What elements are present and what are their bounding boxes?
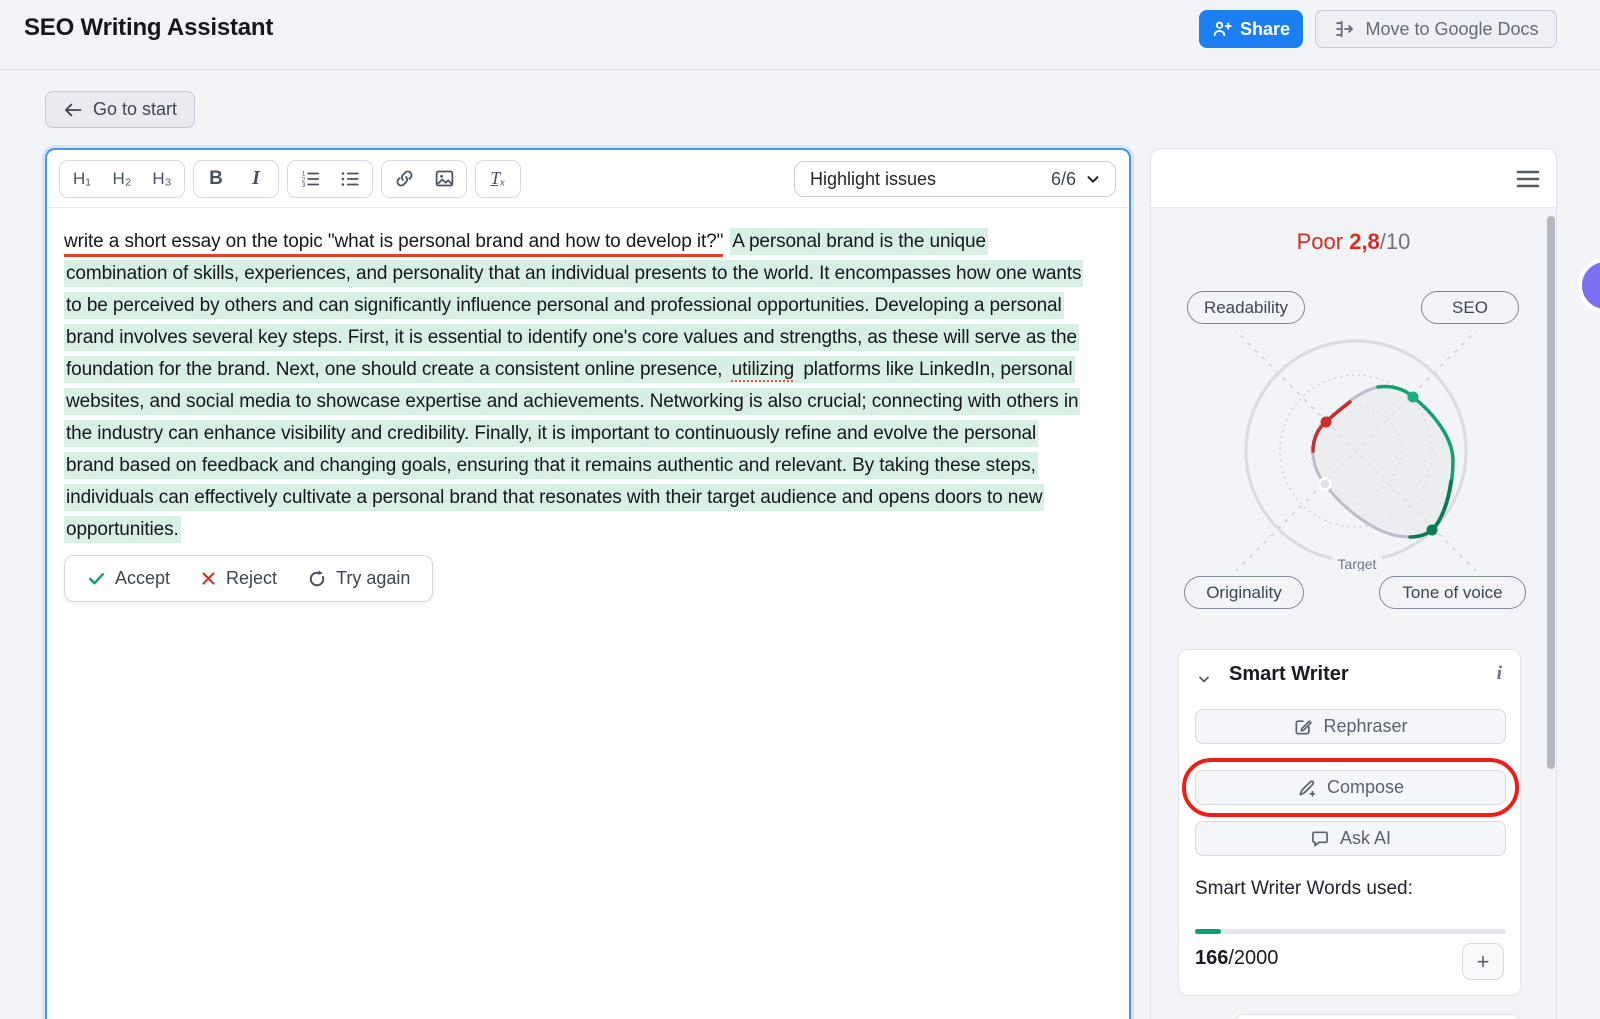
info-icon[interactable]: i — [1497, 663, 1502, 685]
reject-button[interactable]: Reject — [200, 568, 277, 589]
accept-label: Accept — [115, 568, 170, 589]
next-section-card — [1234, 1014, 1521, 1019]
reject-label: Reject — [226, 568, 277, 589]
link-icon — [394, 168, 415, 189]
words-used-label: Smart Writer Words used: — [1195, 878, 1413, 900]
go-to-start-label: Go to start — [93, 99, 177, 120]
overall-score: Poor 2,8/10 — [1151, 229, 1556, 255]
words-progress-fill — [1195, 929, 1221, 934]
h2-button[interactable]: H₂ — [102, 162, 142, 196]
metric-seo[interactable]: SEO — [1421, 291, 1519, 324]
originality-dot — [1320, 479, 1331, 490]
unordered-list-button[interactable] — [330, 162, 370, 196]
clear-format-group: Tₓ — [475, 160, 521, 198]
move-to-google-docs-label: Move to Google Docs — [1365, 19, 1538, 40]
words-used-count: 166 — [1195, 947, 1228, 969]
editor-toolbar: H₁ H₂ H₃ B I 1 2 3 — [47, 150, 1129, 208]
generated-text: platforms like LinkedIn, personal websit… — [64, 356, 1080, 543]
target-label: Target — [1338, 556, 1377, 571]
score-sidebar: Poor 2,8/10 Readability SEO Originality … — [1150, 148, 1557, 1019]
reject-x-icon — [200, 570, 217, 587]
heading-group: H₁ H₂ H₃ — [59, 160, 185, 198]
back-arrow-icon — [63, 102, 83, 118]
seo-dot — [1408, 392, 1419, 403]
sidebar-header — [1151, 149, 1556, 208]
words-limit: /2000 — [1228, 947, 1278, 969]
h3-button[interactable]: H₃ — [142, 162, 182, 196]
add-words-button[interactable]: + — [1462, 943, 1504, 980]
readability-dot — [1321, 417, 1332, 428]
link-button[interactable] — [384, 162, 424, 196]
svg-text:3: 3 — [302, 181, 306, 188]
document-editor[interactable]: write a short essay on the topic "what i… — [47, 208, 1129, 602]
image-icon — [434, 168, 455, 189]
ask-ai-button[interactable]: Ask AI — [1195, 821, 1506, 856]
prompt-text: write a short essay on the topic "what i… — [64, 231, 723, 257]
ordered-list-icon: 1 2 3 — [299, 168, 321, 190]
metric-tone-of-voice[interactable]: Tone of voice — [1379, 576, 1526, 609]
try-again-button[interactable]: Try again — [307, 568, 410, 589]
share-label: Share — [1240, 19, 1290, 40]
accept-button[interactable]: Accept — [87, 568, 170, 589]
score-gauge-chart: Target — [1151, 331, 1557, 571]
clear-formatting-button[interactable]: Tₓ — [478, 162, 518, 196]
move-to-google-docs-button[interactable]: Move to Google Docs — [1315, 10, 1557, 48]
accept-check-icon — [87, 569, 106, 588]
ai-action-bar: Accept Reject Try again — [64, 555, 433, 602]
ask-ai-chat-icon — [1310, 829, 1330, 849]
collapse-chevron-icon[interactable] — [1196, 671, 1212, 687]
unordered-list-icon — [339, 168, 361, 190]
score-grade: Poor — [1297, 229, 1343, 254]
tone-of-voice-dot — [1427, 525, 1438, 536]
help-fab[interactable] — [1578, 258, 1600, 313]
chevron-down-icon — [1084, 170, 1102, 188]
h1-button[interactable]: H₁ — [62, 162, 102, 196]
format-group: B I — [193, 160, 279, 198]
try-again-label: Try again — [336, 568, 410, 589]
page-title: SEO Writing Assistant — [24, 14, 273, 42]
rephraser-button[interactable]: Rephraser — [1195, 709, 1506, 744]
menu-icon[interactable] — [1516, 170, 1540, 188]
compose-label: Compose — [1327, 777, 1404, 798]
share-button[interactable]: Share — [1199, 10, 1303, 48]
score-max: /10 — [1380, 229, 1411, 254]
score-value: 2,8 — [1349, 229, 1380, 254]
smart-writer-title: Smart Writer — [1229, 663, 1349, 686]
image-button[interactable] — [424, 162, 464, 196]
words-used-progress — [1195, 929, 1506, 934]
ask-ai-label: Ask AI — [1340, 828, 1391, 849]
italic-button[interactable]: I — [236, 162, 276, 196]
rephrase-icon — [1293, 717, 1313, 737]
share-person-plus-icon — [1212, 19, 1232, 39]
move-docs-export-icon — [1333, 18, 1355, 40]
highlight-issues-dropdown[interactable]: Highlight issues 6/6 — [794, 161, 1116, 197]
bold-button[interactable]: B — [196, 162, 236, 196]
editor-card: H₁ H₂ H₃ B I 1 2 3 — [45, 148, 1131, 1019]
highlight-issues-label: Highlight issues — [810, 169, 1043, 190]
metric-readability[interactable]: Readability — [1187, 291, 1305, 324]
smart-writer-card: Smart Writer i Rephraser Compose — [1178, 649, 1521, 996]
insert-group — [381, 160, 467, 198]
ordered-list-button[interactable]: 1 2 3 — [290, 162, 330, 196]
compose-pen-icon — [1297, 778, 1317, 798]
rephraser-label: Rephraser — [1323, 716, 1407, 737]
app-header: SEO Writing Assistant Share Move to Goog… — [0, 0, 1600, 70]
sidebar-scrollbar[interactable] — [1547, 216, 1555, 769]
go-to-start-button[interactable]: Go to start — [45, 91, 195, 128]
list-group: 1 2 3 — [287, 160, 373, 198]
retry-icon — [307, 569, 327, 589]
flagged-word: utilizing — [730, 356, 796, 383]
highlight-issues-count: 6/6 — [1051, 169, 1076, 190]
metric-originality[interactable]: Originality — [1184, 576, 1304, 609]
plus-icon: + — [1477, 949, 1490, 975]
compose-button[interactable]: Compose — [1195, 770, 1506, 805]
words-used-value: 166/2000 — [1195, 947, 1278, 970]
